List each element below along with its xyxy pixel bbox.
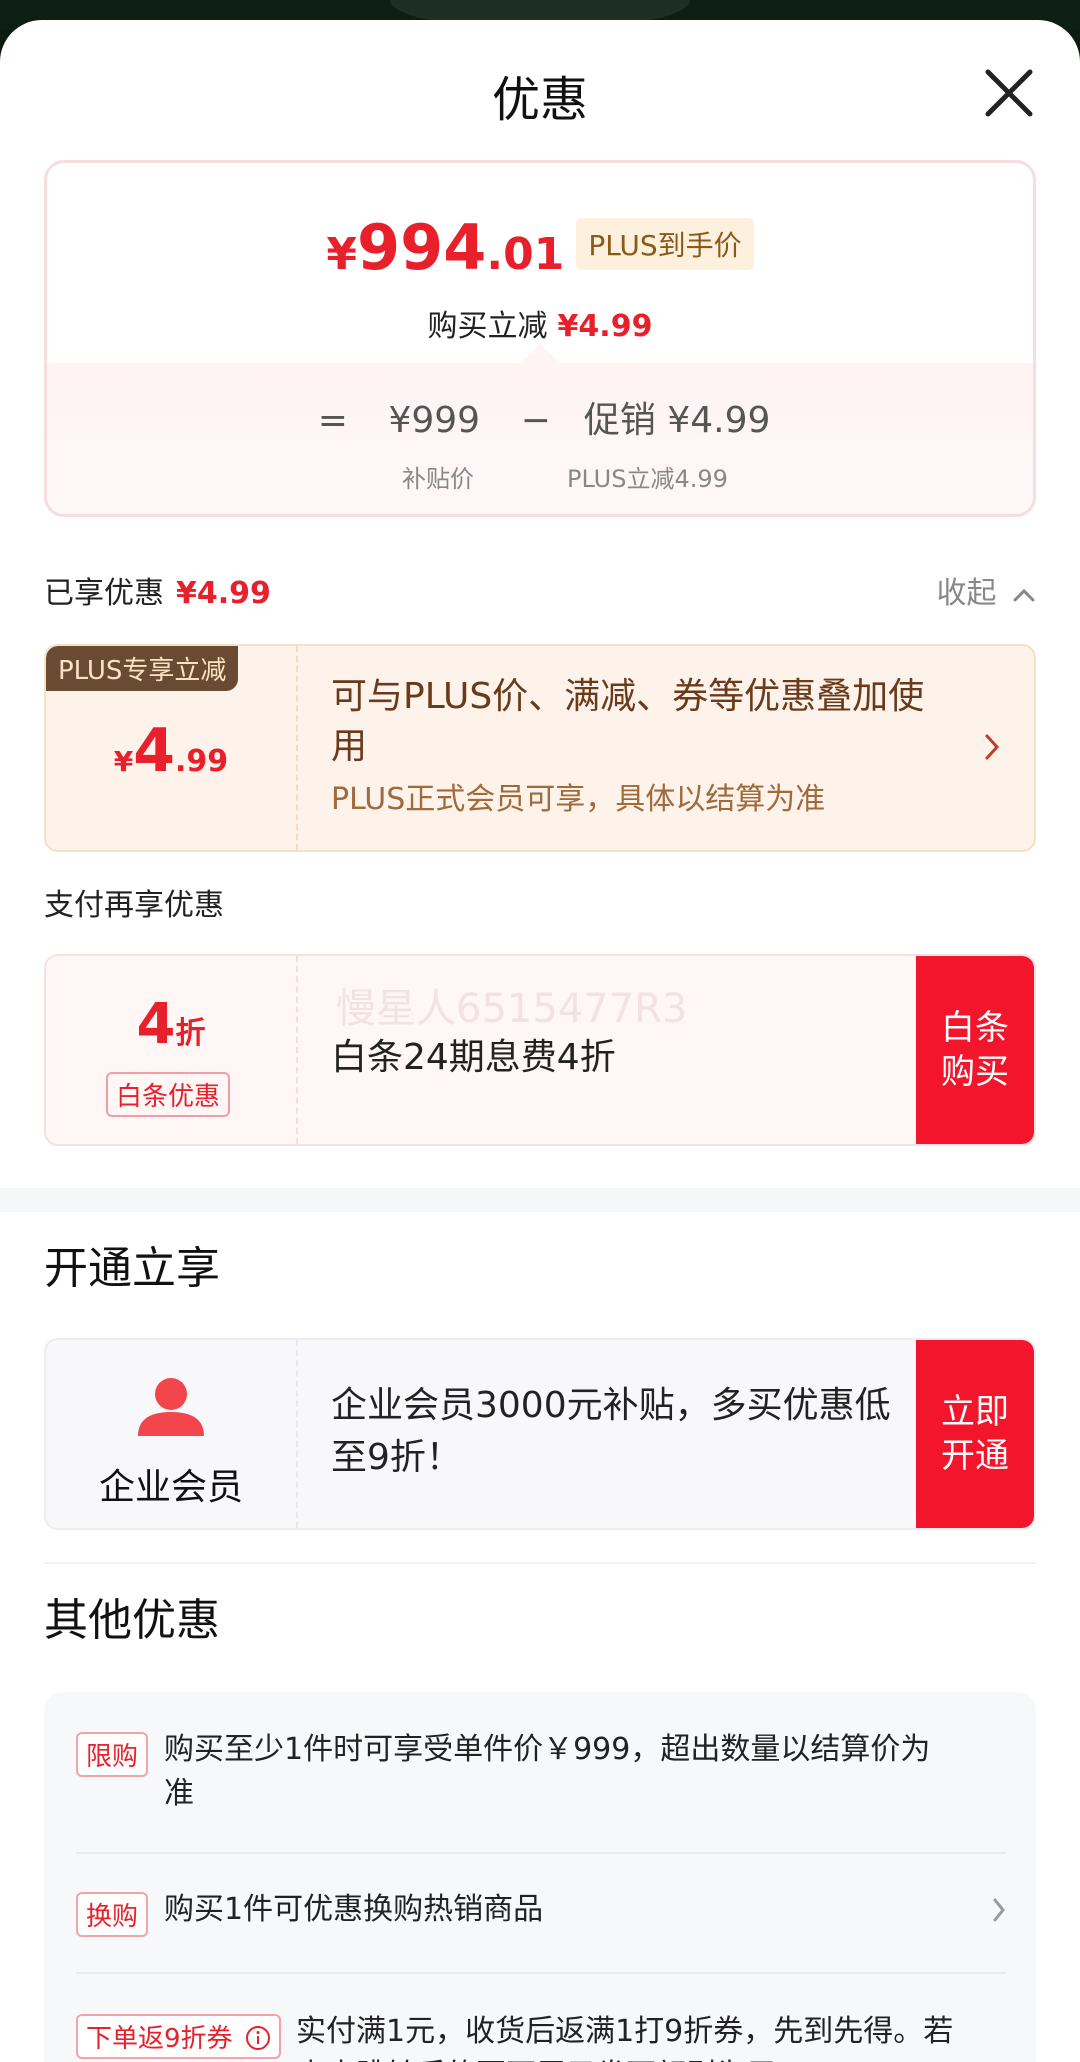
- list-item: 限购 购买至少1件时可享受单件价￥999，超出数量以结算价为准: [76, 1728, 1006, 1818]
- limit-tag: 限购: [76, 1732, 149, 1777]
- final-price: ¥994.01: [326, 211, 565, 284]
- chevron-right-icon: [992, 1896, 1006, 1931]
- plus-description: 可与PLUS价、满减、券等优惠叠加使用: [331, 676, 925, 767]
- baitiao-description: 白条24期息费4折: [331, 1037, 616, 1078]
- section-divider: [0, 1188, 1080, 1212]
- discount-bottom-sheet: 优惠 ¥994.01 PLUS到手价 购买立减 ¥4.99 = ¥999 − 促销 …: [0, 20, 1080, 2062]
- baitiao-card: 4折 白条优惠 慢星人6515477R3 白条24期息费4折 白条购买: [44, 954, 1036, 1146]
- plus-discount-card[interactable]: ¥4.99 PLUS专享立减 可与PLUS价、满减、券等优惠叠加使用 PLUS正…: [44, 644, 1036, 852]
- exchange-item[interactable]: 换购 购买1件可优惠换购热销商品: [76, 1888, 1006, 1938]
- close-icon[interactable]: [982, 66, 1036, 120]
- other-section-title: 其他优惠: [44, 1595, 220, 1646]
- enjoyed-discount: 已享优惠 ¥4.99: [44, 576, 271, 611]
- sheet-title: 优惠: [491, 72, 588, 128]
- pay-section-title: 支付再享优惠: [44, 888, 224, 923]
- enterprise-label: 企业会员: [98, 1467, 243, 1508]
- open-now-button[interactable]: 立即开通: [916, 1340, 1034, 1528]
- promo-caption: PLUS立减4.99: [567, 465, 728, 493]
- chevron-right-icon: [984, 730, 1000, 770]
- collapse-button[interactable]: 收起: [936, 568, 1036, 612]
- instant-reduce-row: 购买立减 ¥4.99: [427, 309, 653, 344]
- subsidy-caption: 补贴价: [402, 465, 474, 493]
- open-section-title: 开通立享: [44, 1243, 220, 1294]
- enterprise-description: 企业会员3000元补贴，多买优惠低至9折！: [331, 1385, 891, 1478]
- price-summary-card: ¥994.01 PLUS到手价 购买立减 ¥4.99 = ¥999 − 促销 ¥4.…: [44, 160, 1036, 517]
- plus-note: PLUS正式会员可享，具体以结算为准: [331, 782, 826, 817]
- coupon-tag[interactable]: 下单返9折券: [76, 2014, 281, 2059]
- exchange-text: 购买1件可优惠换购热销商品: [164, 1892, 544, 1927]
- exchange-tag: 换购: [76, 1892, 149, 1937]
- price-breakdown: = ¥999 − 促销 ¥4.99 补贴价 PLUS立减4.99: [47, 363, 1033, 514]
- chevron-up-icon: [1013, 588, 1035, 601]
- other-discounts-panel: 限购 购买至少1件时可享受单件价￥999，超出数量以结算价为准 换购 购买1件可…: [44, 1692, 1036, 2062]
- promo-amount: 促销 ¥4.99: [583, 400, 771, 441]
- equals-sign: =: [317, 400, 348, 441]
- plus-discount-amount: ¥4.99: [113, 716, 229, 786]
- limit-text: 购买至少1件时可享受单件价￥999，超出数量以结算价为准: [164, 1732, 931, 1811]
- watermark: 慢星人6515477R3: [336, 986, 688, 1032]
- enterprise-member-card: 企业会员 企业会员3000元补贴，多买优惠低至9折！ 立即开通: [44, 1338, 1036, 1530]
- baitiao-discount: 4折: [136, 992, 206, 1057]
- plus-price-badge: PLUS到手价: [576, 218, 754, 270]
- list-item: 下单返9折券 实付满1元，收货后返满1打9折券，先到先得。若点击跳转后的页面展示…: [76, 2010, 1006, 2062]
- baitiao-buy-button[interactable]: 白条购买: [916, 956, 1034, 1144]
- info-icon[interactable]: [245, 2025, 271, 2051]
- minus-sign: −: [520, 400, 551, 441]
- plus-exclusive-tag: PLUS专享立减: [46, 646, 239, 691]
- coupon-text: 实付满1元，收货后返满1打9折券，先到先得。若点击跳转后的页面展示券面额则为用: [296, 2014, 954, 2062]
- baitiao-badge: 白条优惠: [106, 1072, 231, 1117]
- user-icon: [138, 1378, 204, 1436]
- subsidy-price: ¥999: [388, 400, 481, 441]
